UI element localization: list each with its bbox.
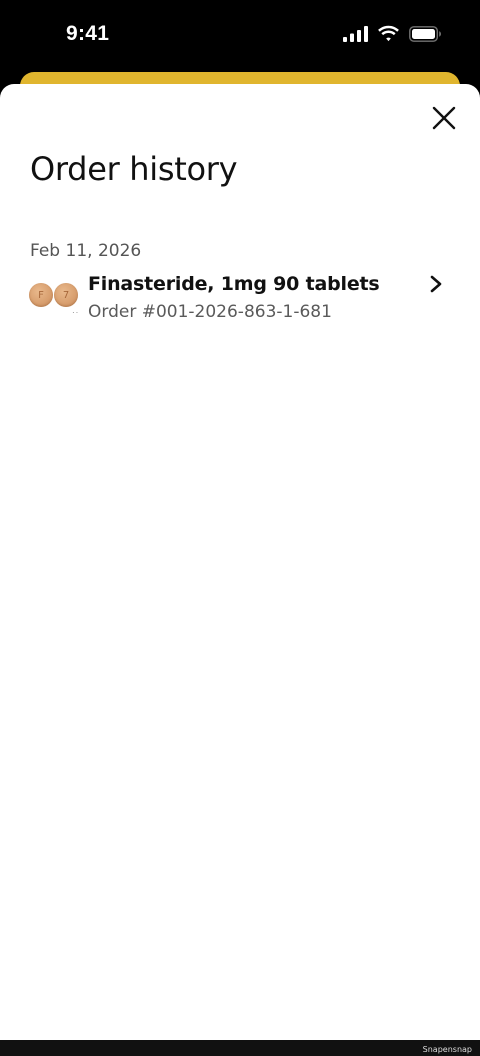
order-number: Order #001-2026-863-1-681: [88, 302, 332, 322]
chevron-right-icon: [430, 275, 442, 293]
order-product-name: Finasteride, 1mg 90 tablets: [88, 273, 380, 295]
pill-thumbnail: F 7 ··: [29, 283, 80, 317]
cellular-signal-icon: [343, 25, 368, 42]
page-title: Order history: [30, 150, 238, 188]
pill-image: F: [29, 283, 53, 307]
close-icon: [432, 106, 456, 130]
close-button[interactable]: [430, 104, 458, 132]
bottom-bar: Snapensnap: [0, 1040, 480, 1056]
status-time: 9:41: [66, 22, 110, 45]
status-bar: 9:41: [0, 0, 480, 72]
wifi-icon: [378, 25, 399, 42]
status-icons: [343, 25, 442, 42]
pill-image: 7: [54, 283, 78, 307]
watermark: Snapensnap: [422, 1045, 472, 1054]
order-date-header: Feb 11, 2026: [30, 241, 142, 261]
thumbnail-dots: ··: [72, 308, 80, 317]
battery-icon: [409, 25, 441, 42]
order-row[interactable]: F 7 ·· Finasteride, 1mg 90 tablets Order…: [24, 268, 456, 328]
order-history-sheet: Order history Feb 11, 2026 F 7 ·· Finast…: [0, 84, 480, 1040]
